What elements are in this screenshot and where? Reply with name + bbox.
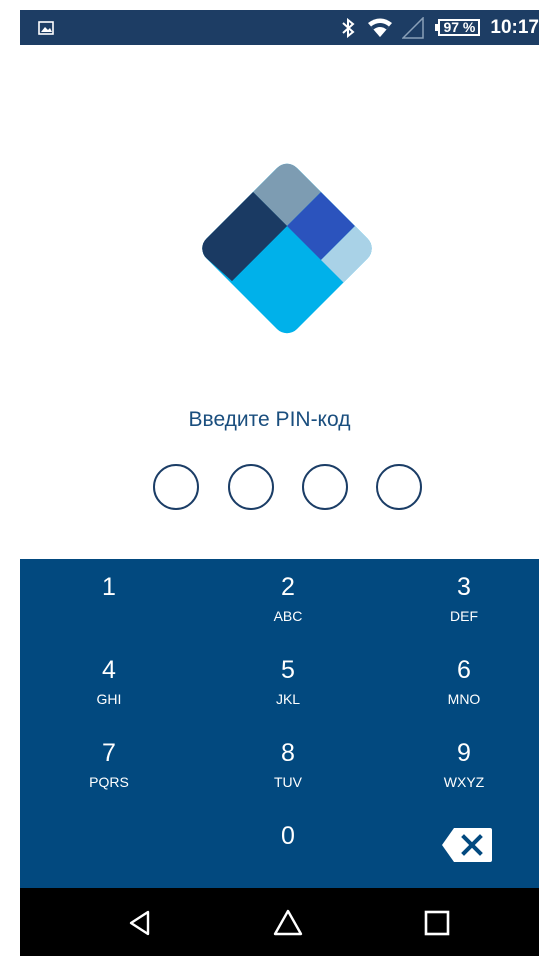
key-letters: ABC [273,608,303,624]
key-2[interactable]: 2 ABC [213,559,363,639]
key-digit: 0 [281,822,295,850]
recents-icon[interactable] [422,908,452,938]
backspace-icon[interactable] [440,826,494,864]
wifi-icon [368,18,402,38]
key-1[interactable]: 1 [34,559,184,639]
key-letters: TUV [274,774,302,790]
home-icon[interactable] [273,908,303,938]
status-time: 10:17 [490,16,539,38]
key-4[interactable]: 4 GHI [34,642,184,722]
status-bar: 97 % 10:17 [20,10,539,45]
key-7[interactable]: 7 PQRS [34,725,184,805]
key-digit: 1 [102,573,116,601]
pin-prompt: Введите PIN-код [188,408,351,431]
key-digit: 3 [457,573,471,601]
key-3[interactable]: 3 DEF [389,559,539,639]
key-0[interactable]: 0 [213,808,363,888]
key-letters: WXYZ [443,774,485,790]
pin-dot [153,464,199,510]
key-digit: 4 [102,656,116,684]
key-letters: JKL [275,691,301,707]
key-8[interactable]: 8 TUV [213,725,363,805]
battery-icon: 97 % [435,19,481,36]
pin-dot [302,464,348,510]
battery-level: 97 % [443,19,476,35]
key-digit: 9 [457,739,471,767]
key-letters: MNO [447,691,481,707]
navigation-bar [20,888,539,956]
key-9[interactable]: 9 WXYZ [389,725,539,805]
back-icon[interactable] [126,908,156,938]
key-digit: 2 [281,573,295,601]
pin-dot [376,464,422,510]
key-letters: GHI [96,691,122,707]
key-6[interactable]: 6 MNO [389,642,539,722]
key-5[interactable]: 5 JKL [213,642,363,722]
key-digit: 7 [102,739,116,767]
pin-indicator [0,464,539,512]
key-letters: DEF [450,608,478,624]
pin-dot [228,464,274,510]
key-digit: 6 [457,656,471,684]
diamond-logo [196,158,378,340]
pin-keypad: 1 2 ABC 3 DEF 4 GHI 5 JKL 6 MNO 7 PQRS 8… [20,559,539,888]
bluetooth-icon [340,17,368,38]
signal-icon [402,16,438,39]
key-digit: 5 [281,656,295,684]
key-digit: 8 [281,739,295,767]
image-notification-icon [38,21,54,35]
key-letters: PQRS [89,774,129,790]
